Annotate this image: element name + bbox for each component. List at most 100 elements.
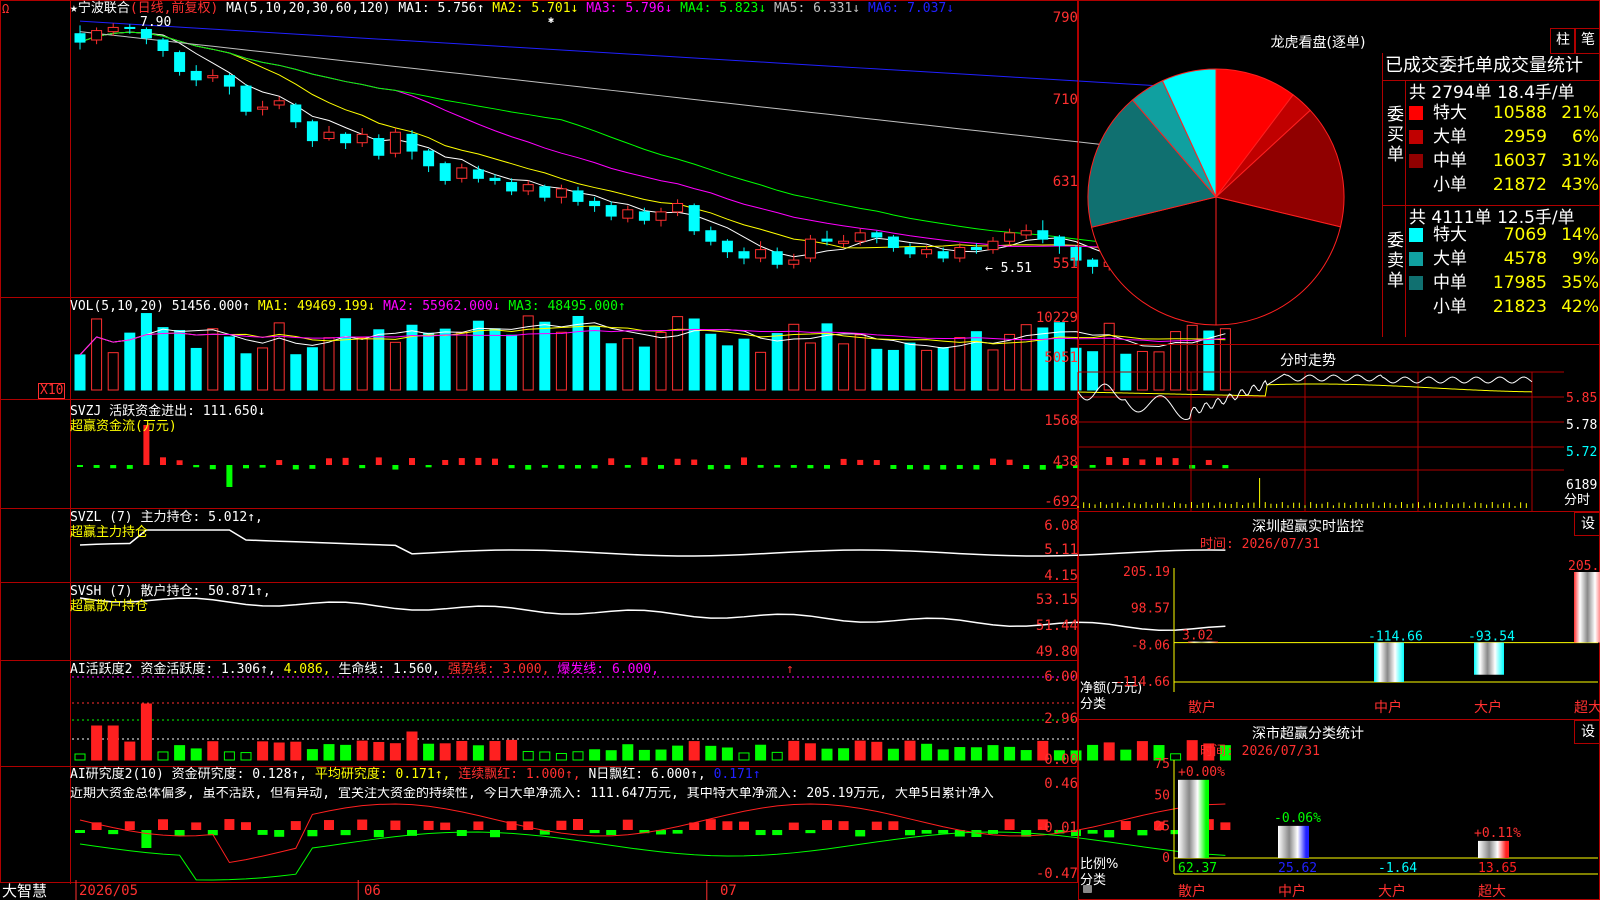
vol-bar-10 — [240, 353, 252, 391]
ai-research-bar-45 — [822, 820, 832, 830]
candle-body-52 — [937, 251, 949, 259]
candle-body-27 — [522, 184, 534, 192]
corner-mark[interactable]: Ω — [2, 2, 9, 16]
ai-research-value-0: 资金研究度: 0.128↑, — [171, 767, 315, 782]
svzj-bar-16 — [342, 457, 349, 465]
candle-body-0 — [74, 33, 86, 43]
candle-body-8 — [207, 75, 219, 79]
ai-active-bar-39 — [721, 747, 733, 761]
ai-active-bar-44 — [804, 743, 816, 761]
svzj-bar-3 — [126, 465, 133, 469]
svzj-bar-34 — [641, 457, 648, 465]
svzj-bar-7 — [193, 465, 200, 468]
ai-active-bar-17 — [356, 740, 368, 761]
vol-header: VOL(5,10,20) 51456.000↑ MA1: 49469.199↓ … — [70, 300, 626, 314]
ai-research-values: 资金研究度: 0.128↑, 平均研究度: 0.171↑, 连续飘红: 1.00… — [172, 767, 761, 782]
ma-value-3: MA4: 5.823↓ — [680, 1, 775, 16]
ai-research-bar-2 — [108, 830, 119, 835]
x-label-2026-05: 2026/05 — [79, 883, 139, 899]
ai-research-bar-52 — [938, 830, 949, 834]
svzj-bar-9 — [226, 465, 233, 487]
svzj-bar-38 — [707, 465, 714, 470]
ai-active-bar-7 — [190, 748, 202, 761]
ai-research-bar-5 — [158, 819, 168, 830]
ai-research-bar-44 — [805, 830, 816, 834]
szc-cat-2: 大户 — [1378, 883, 1406, 900]
ai-active-bar-10 — [240, 752, 252, 761]
ai-active-bar-1 — [91, 725, 103, 761]
candle-body-3 — [124, 26, 136, 29]
vol-ma-value-0: MA1: 49469.199↓ — [257, 299, 384, 314]
x-label-07: 07 — [720, 883, 737, 899]
svzj-bar-23 — [458, 458, 465, 465]
svzj-bar-8 — [209, 465, 216, 470]
svzj-bar-31 — [591, 465, 598, 469]
ai-research-value-3: N日飘红: 6.000↑, — [588, 767, 714, 782]
ai-active-bar-23 — [456, 740, 468, 761]
vol-bar-0 — [74, 354, 86, 391]
vol-bar-21 — [423, 332, 435, 391]
ai-active-bar-19 — [389, 743, 401, 761]
period-label[interactable]: (日线,前复权) — [130, 1, 218, 16]
szc-change-label-1: -0.06% — [1274, 811, 1321, 826]
x-label-06: 06 — [364, 883, 381, 899]
ma-value-2: MA3: 5.796↓ — [586, 1, 681, 16]
vol-ma-value-2: MA3: 48495.000↑ — [508, 299, 626, 314]
ai-active-bar-13 — [290, 741, 302, 761]
ai-active-values: 资金活跃度: 1.306↑, 4.086, 生命线: 1.560, 强势线: 3… — [140, 662, 659, 677]
ai-active-value-0: 资金活跃度: 1.306↑, — [140, 662, 284, 677]
ai-active-bar-26 — [506, 739, 518, 761]
vol-label: VOL(5,10,20) — [70, 299, 164, 314]
ai-active-bar-34 — [638, 749, 650, 761]
kline-y-790: 790 — [1052, 10, 1078, 26]
vol-bar-12 — [273, 322, 285, 391]
svzj-bar-6 — [176, 460, 183, 465]
candle-body-26 — [506, 182, 518, 192]
candle-body-33 — [622, 209, 634, 219]
szc-bar-1 — [1278, 825, 1306, 858]
ai-research-value-2: 连续飘红: 1.000↑, — [458, 767, 589, 782]
candle-body-42 — [771, 251, 783, 265]
ai-active-bar-52 — [937, 749, 949, 761]
candle-body-24 — [472, 169, 484, 179]
candle-body-32 — [605, 205, 617, 217]
vol-bar-9 — [223, 336, 235, 391]
szc-value-label-3: 13.65 — [1478, 861, 1517, 876]
candle-body-11 — [257, 106, 269, 110]
szc-value-label-1: 25.62 — [1278, 861, 1317, 876]
ai-active-bar-42 — [771, 751, 783, 761]
ai-research-bar-9 — [224, 819, 235, 830]
ai-active-bar-50 — [904, 740, 916, 761]
svzj-bar-19 — [392, 465, 399, 470]
vol-bar-20 — [406, 324, 418, 391]
ai-research-bar-3 — [124, 821, 135, 830]
ai-active-value-3: 强势线: 3.000, — [447, 662, 558, 677]
vol-bar-47 — [854, 334, 866, 391]
candle-body-5 — [157, 39, 169, 51]
vol-bar-1 — [91, 318, 103, 391]
ai-active-bar-51 — [921, 743, 933, 761]
ai-research-bar-18 — [373, 830, 384, 838]
candle-body-6 — [174, 52, 186, 72]
ai-research-bar-0 — [75, 830, 85, 833]
ai-active-bar-46 — [838, 748, 850, 761]
candle-body-18 — [373, 138, 385, 156]
vol-bar-14 — [306, 347, 318, 391]
candle-body-16 — [340, 133, 352, 144]
vol-bar-23 — [456, 331, 468, 391]
ma-value-5: MA6: 7.037↓ — [867, 1, 955, 16]
ai-active-bar-55 — [987, 745, 999, 761]
svzj-bar-44 — [807, 465, 814, 469]
vol-ma-value-1: MA2: 55962.000↓ — [383, 299, 509, 314]
ai-research-bar-51 — [921, 830, 932, 834]
ai-active-bar-5 — [157, 751, 169, 761]
vol-bar-51 — [921, 349, 933, 391]
ai-research-bar-22 — [440, 822, 451, 830]
ai-active-bar-11 — [257, 741, 269, 761]
szc-bar-3 — [1478, 840, 1506, 858]
ai-active-y-bot: 0.00 — [1044, 752, 1078, 768]
stock-name[interactable]: ★宁波联合 — [70, 1, 130, 16]
ai-active-bar-30 — [572, 751, 584, 761]
brand-label[interactable]: 大智慧 — [2, 882, 47, 900]
svzj-bar-15 — [326, 458, 332, 465]
